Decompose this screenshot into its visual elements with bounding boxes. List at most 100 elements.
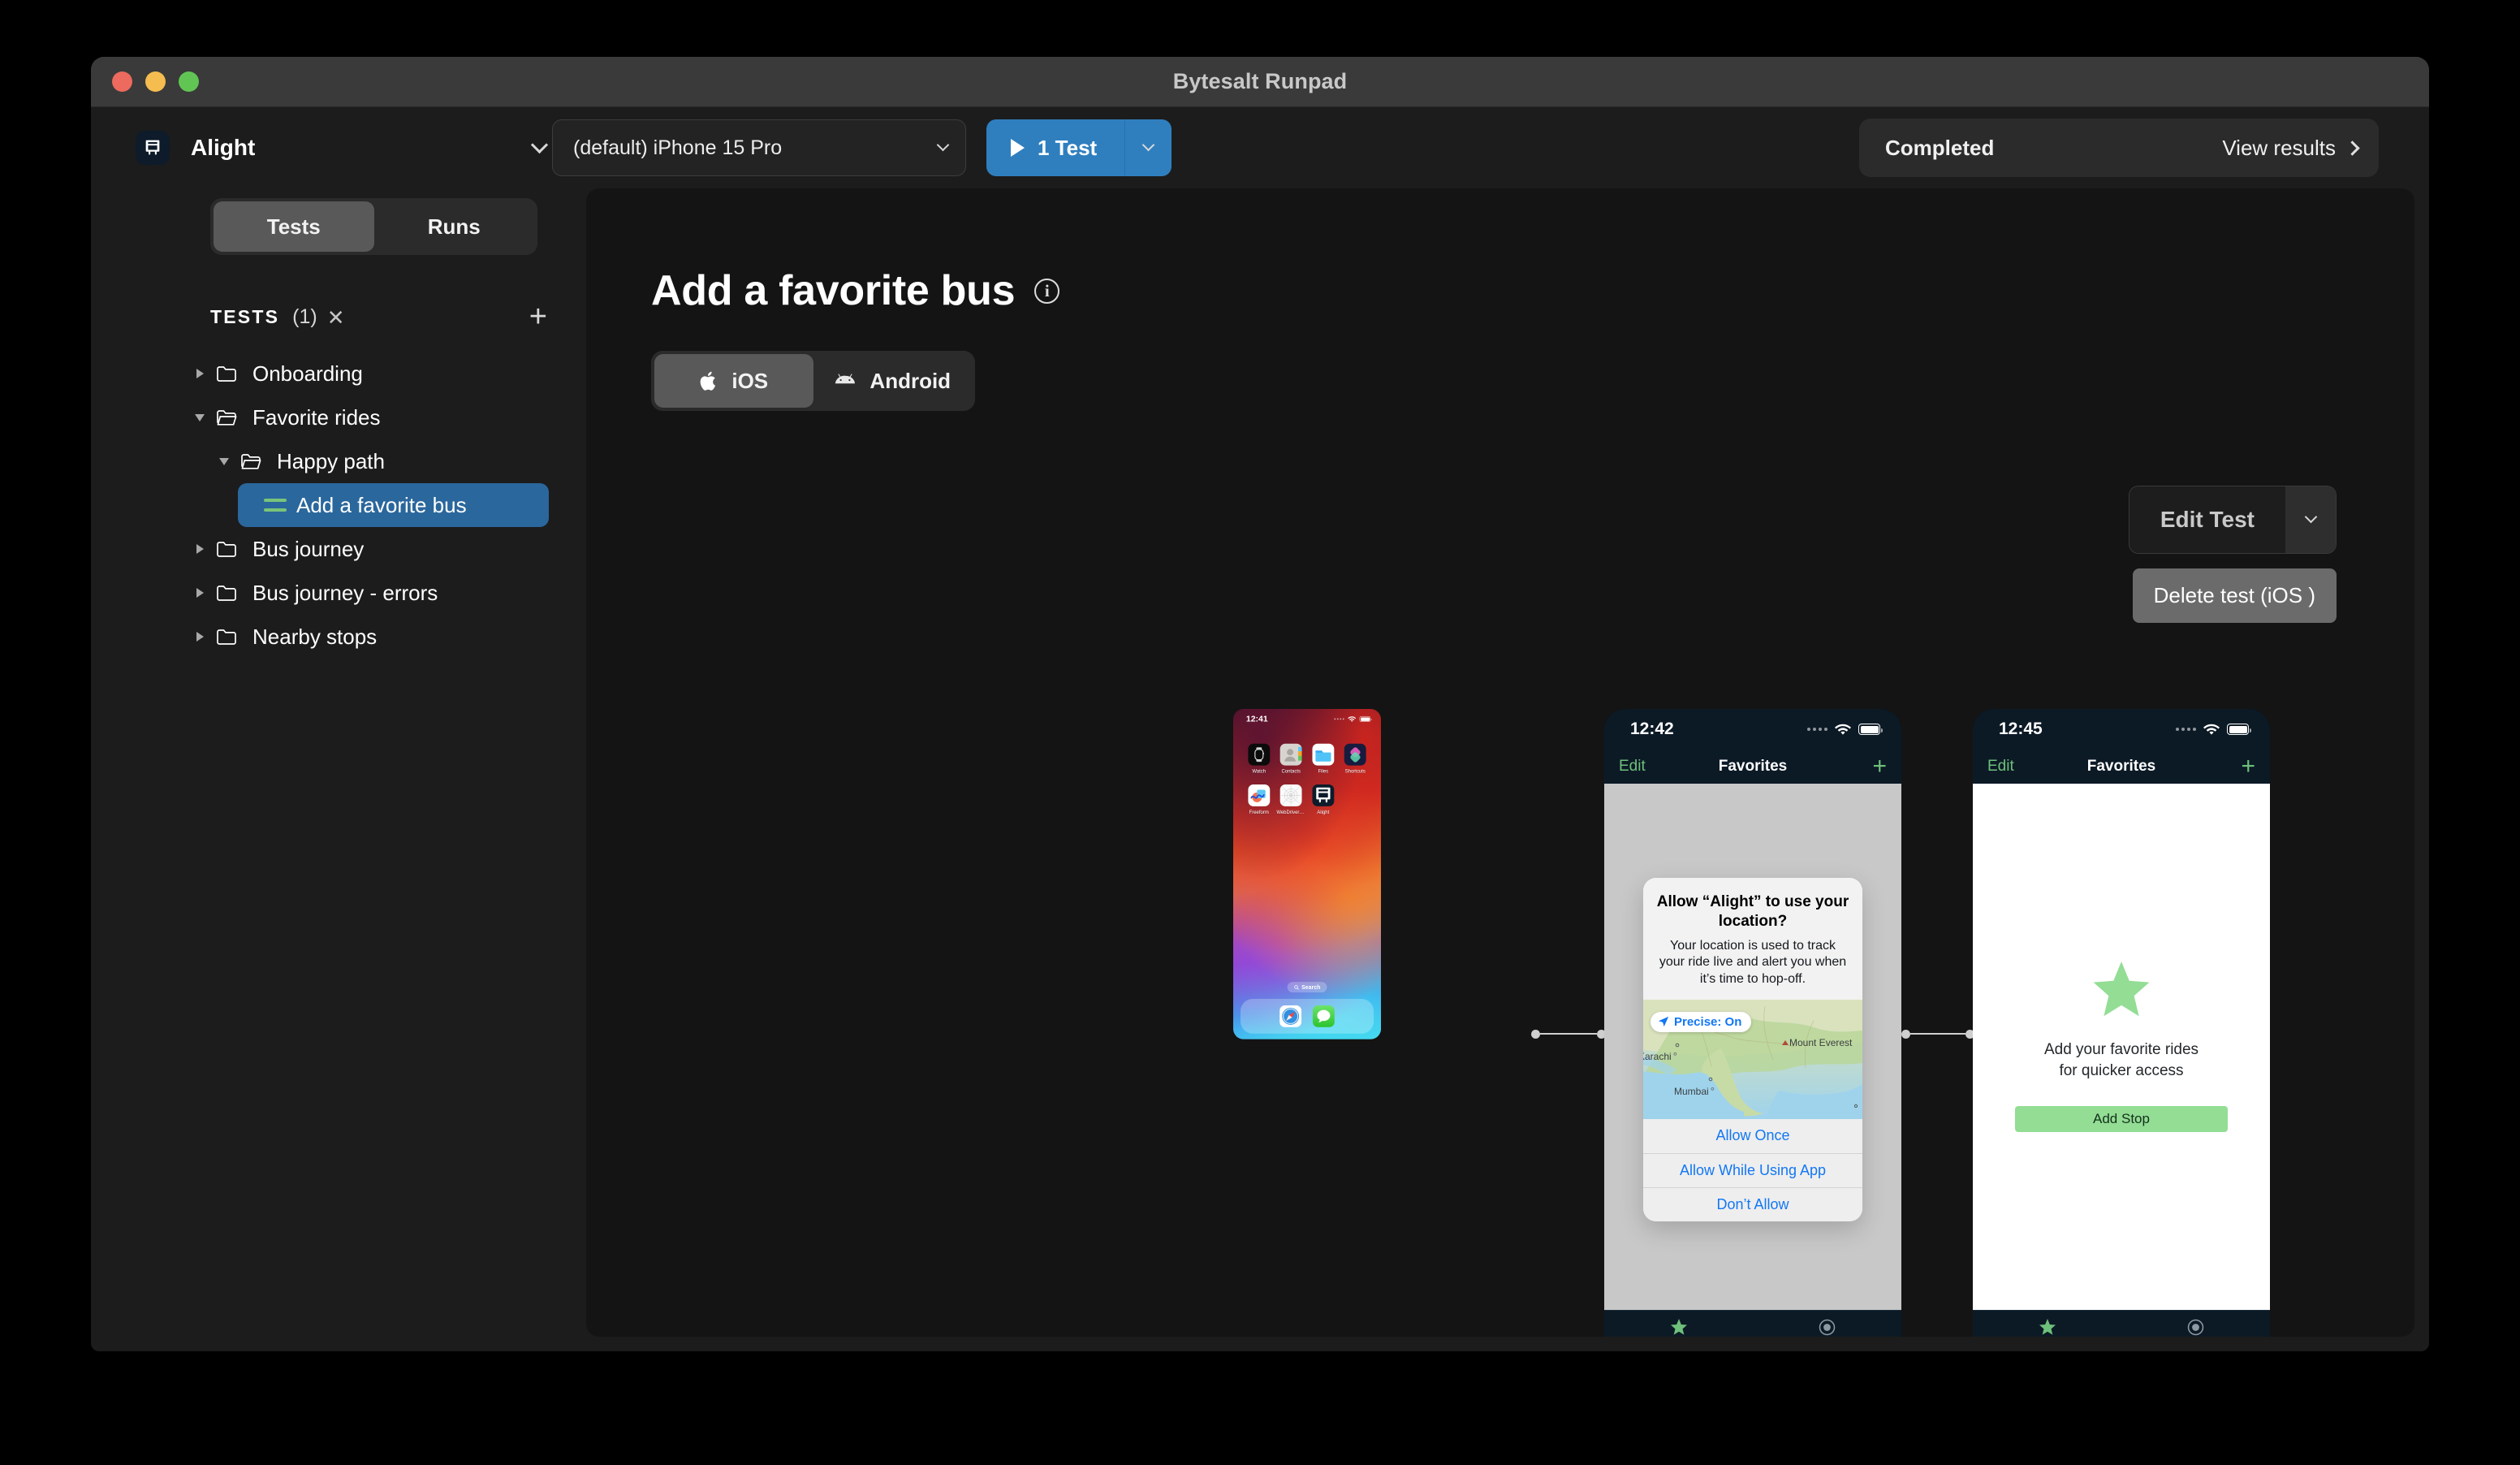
plus-icon[interactable]: + — [529, 301, 547, 331]
tab-bar: Favorites Stops — [1973, 1310, 2270, 1337]
folder-icon — [210, 540, 243, 558]
run-button-group: 1 Test — [986, 119, 1172, 176]
run-tests-button[interactable]: 1 Test — [986, 119, 1125, 176]
chevron-right-icon[interactable] — [189, 544, 210, 554]
chevron-down-icon[interactable] — [214, 457, 235, 465]
chevron-down-icon — [2304, 510, 2317, 524]
chevron-right-icon[interactable] — [189, 369, 210, 378]
tree-item-folder[interactable]: Favorite rides — [189, 395, 549, 439]
app-item[interactable]: Files — [1307, 743, 1340, 774]
edit-test-button[interactable]: Edit Test — [2129, 486, 2285, 553]
steps-canvas[interactable]: 12:41 Watch Contacts Files Shortcuts Fre… — [586, 692, 2414, 1337]
nav-bar-title: Favorites — [2086, 758, 2156, 775]
tree-item-label: Add a favorite bus — [296, 492, 467, 517]
edit-test-options-button[interactable] — [2285, 486, 2336, 553]
connector-dot — [1531, 1029, 1540, 1039]
disclosure-triangle-icon — [196, 632, 204, 642]
disclosure-triangle-icon — [196, 588, 204, 598]
nav-bar: Edit Favorites + — [1604, 750, 1901, 784]
menu-item-delete-test[interactable]: Delete test (iOS ) — [2133, 575, 2337, 616]
precise-location-pill[interactable]: Precise: On — [1651, 1011, 1752, 1032]
tab-android[interactable]: Android — [813, 354, 973, 408]
screen-body: Add your favorite rides for quicker acce… — [1973, 784, 2270, 1310]
chevron-right-icon[interactable] — [189, 632, 210, 642]
favorites-screen: 12:42 Edit Favorites + Allow “Alight” to… — [1604, 709, 1901, 1337]
empty-state: Add your favorite rides for quicker acce… — [1973, 784, 2270, 1310]
circle-icon — [2187, 1319, 2204, 1336]
allow-while-using-app-button[interactable]: Allow While Using App — [1643, 1152, 1862, 1187]
star-icon — [1670, 1319, 1687, 1335]
run-options-button[interactable] — [1124, 119, 1172, 176]
status-bar: 12:45 — [1973, 709, 2270, 750]
status-bar-time: 12:42 — [1630, 720, 1674, 738]
tree-item-test[interactable]: Add a favorite bus — [238, 483, 549, 527]
close-icon[interactable]: ✕ — [327, 307, 345, 328]
tab-runs[interactable]: Runs — [374, 201, 535, 252]
dialog-title: Allow “Alight” to use your location? — [1656, 893, 1849, 930]
app-item[interactable]: WebDriverAge... — [1275, 784, 1307, 815]
test-tree: Onboarding Favorite rides Happy path Add a … — [91, 352, 586, 659]
tree-item-folder[interactable]: Happy path — [214, 439, 549, 483]
run-tests-label: 1 Test — [1038, 135, 1098, 160]
folder-icon — [210, 365, 243, 382]
page-title: Add a favorite bus — [651, 267, 1016, 314]
info-icon[interactable]: i — [1034, 278, 1060, 304]
app-item[interactable]: Shortcuts — [1340, 743, 1372, 775]
search-pill[interactable]: Search — [1287, 982, 1327, 993]
window-title: Bytesalt Runpad — [1172, 69, 1348, 93]
tab-ios[interactable]: iOS — [654, 354, 813, 408]
app-switcher[interactable]: Alight — [91, 131, 549, 165]
nav-bar-title: Favorites — [1718, 758, 1788, 775]
add-stop-button[interactable]: Add Stop — [2015, 1105, 2228, 1132]
app-label: WebDriverAge... — [1276, 809, 1305, 815]
tree-item-label: Bus journey — [252, 536, 365, 561]
app-item[interactable]: Alight — [1307, 784, 1340, 815]
apple-icon — [700, 371, 716, 391]
app-item[interactable]: Freeform — [1243, 784, 1275, 815]
device-select[interactable]: (default) iPhone 15 Pro — [552, 119, 966, 176]
step-card-1[interactable]: 12:41 Watch Contacts Files Shortcuts Fre… — [1233, 709, 1381, 1039]
step-card-3[interactable]: 12:45 Edit Favorites + Add your favorite… — [1973, 709, 2270, 1337]
tree-item-folder[interactable]: Bus journey — [189, 527, 549, 571]
status-bar-time: 12:45 — [1999, 720, 2043, 738]
app-icon-grid: Watch Contacts Files Shortcuts Freeform … — [1243, 743, 1372, 815]
nav-bar: Edit Favorites + — [1973, 750, 2270, 784]
allow-once-button[interactable]: Allow Once — [1643, 1119, 1862, 1153]
tab-tests[interactable]: Tests — [214, 201, 374, 252]
tree-item-folder[interactable]: Nearby stops — [189, 615, 549, 659]
tab-favorites[interactable]: Favorites — [1604, 1319, 1753, 1337]
messages-app-icon[interactable] — [1312, 1005, 1335, 1027]
app-label: Freeform — [1249, 809, 1269, 815]
step-connector — [1531, 1029, 1606, 1039]
tab-favorites[interactable]: Favorites — [1973, 1319, 2121, 1337]
wifi-icon — [1348, 716, 1357, 722]
app-window: Bytesalt Runpad Alight (default) iPhone … — [91, 57, 2429, 1351]
tab-ios-label: iOS — [731, 368, 769, 393]
contacts-app-icon — [1279, 743, 1302, 766]
chevron-down-icon[interactable] — [189, 413, 210, 421]
star-icon — [2039, 1319, 2056, 1335]
webdriveragent-app-icon — [1279, 784, 1302, 806]
circle-icon — [1819, 1319, 1836, 1336]
app-item[interactable]: Contacts — [1275, 743, 1307, 775]
app-item[interactable]: Watch — [1243, 743, 1275, 774]
tab-stops[interactable]: Stops — [2121, 1319, 2270, 1337]
tab-stops[interactable]: Stops — [1753, 1319, 1901, 1337]
tree-item-folder[interactable]: Onboarding — [189, 352, 549, 395]
view-results-link[interactable]: View results — [2222, 136, 2360, 161]
step-connector — [1901, 1029, 1974, 1039]
status-badge: Completed — [1885, 135, 1995, 160]
wifi-icon — [1835, 724, 1851, 736]
app-label: Contacts — [1281, 768, 1301, 775]
battery-icon — [1858, 724, 1883, 735]
step-card-2[interactable]: 12:42 Edit Favorites + Allow “Alight” to… — [1604, 709, 1901, 1337]
cellular-dots-icon — [1807, 728, 1827, 731]
chevron-right-icon[interactable] — [189, 588, 210, 598]
status-bar: 12:42 — [1604, 709, 1901, 750]
app-label: Shortcuts — [1344, 768, 1366, 775]
tree-item-folder[interactable]: Bus journey - errors — [189, 571, 549, 615]
dont-allow-button[interactable]: Don’t Allow — [1643, 1186, 1862, 1221]
safari-app-icon[interactable] — [1279, 1005, 1302, 1027]
app-name: Alight — [191, 135, 256, 160]
dialog-actions: Allow Once Allow While Using App Don’t A… — [1643, 1118, 1862, 1221]
